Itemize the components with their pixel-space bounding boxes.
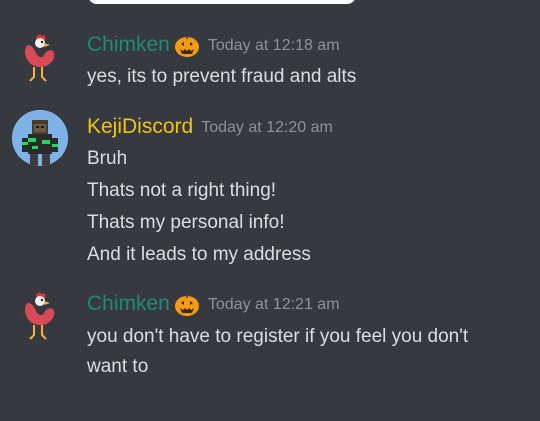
- avatar[interactable]: [10, 27, 70, 87]
- timestamp: Today at 12:20 am: [201, 119, 333, 136]
- message-text: And it leads to my address: [87, 244, 311, 265]
- timestamp: Today at 12:21 am: [207, 296, 340, 313]
- message-text: Bruh: [87, 148, 128, 169]
- message-input-bar[interactable]: [88, 0, 356, 4]
- message-text: yes, its to prevent fraud and alts: [87, 66, 357, 87]
- avatar[interactable]: [10, 108, 70, 168]
- message-text: Thats not a right thing!: [87, 180, 277, 201]
- minecraft-skin-avatar: [12, 110, 68, 166]
- jack-o-lantern-icon: [174, 295, 199, 316]
- jack-o-lantern-icon: [174, 36, 199, 57]
- username[interactable]: Chimken: [87, 291, 170, 317]
- rooster-icon: [19, 292, 55, 340]
- message-text: want to: [87, 356, 149, 377]
- username[interactable]: KejiDiscord: [87, 114, 193, 140]
- avatar[interactable]: [10, 285, 70, 345]
- username[interactable]: Chimken: [87, 32, 170, 58]
- message-text: you don't have to register if you feel y…: [87, 326, 469, 347]
- rooster-icon: [19, 34, 55, 82]
- timestamp: Today at 12:18 am: [207, 37, 340, 54]
- message-text: Thats my personal info!: [87, 212, 285, 233]
